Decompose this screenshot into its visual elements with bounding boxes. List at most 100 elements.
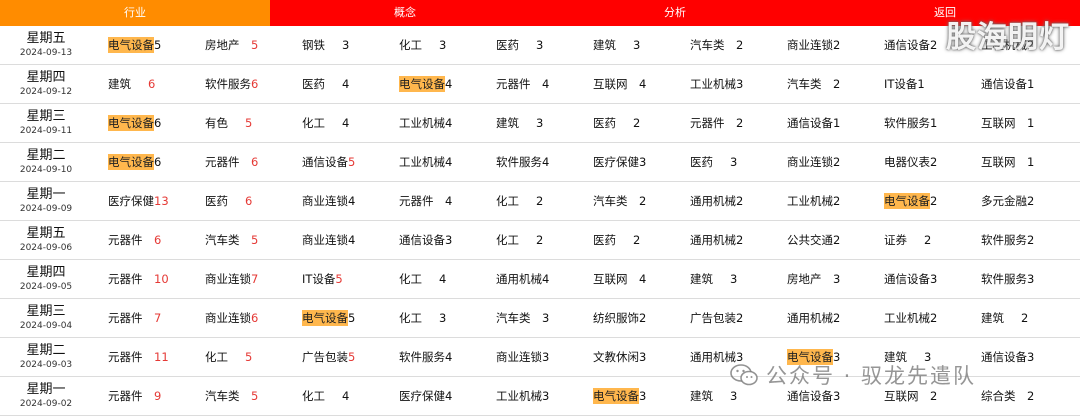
sector-cell[interactable]: 电气设备4 — [399, 76, 496, 92]
tab-analysis[interactable]: 分析 — [540, 0, 810, 26]
sector-cell[interactable]: 建筑 3 — [690, 271, 787, 287]
sector-cell[interactable]: 元器件 6 — [205, 154, 302, 170]
tab-return[interactable]: 返回 — [810, 0, 1080, 26]
sector-cell[interactable]: 电气设备6 — [108, 154, 205, 170]
sector-cell[interactable]: 纺织服饰2 — [593, 310, 690, 326]
sector-cell[interactable]: 文教休闲3 — [593, 349, 690, 365]
sector-cell[interactable]: 互联网 2 — [884, 388, 981, 404]
sector-cell[interactable]: 工业机械4 — [399, 154, 496, 170]
sector-cell[interactable]: 医疗保健13 — [108, 193, 205, 209]
sector-cell[interactable]: 商业连锁7 — [205, 271, 302, 287]
sector-cell[interactable]: 医药 3 — [496, 37, 593, 53]
sector-cell[interactable]: 化工 2 — [496, 193, 593, 209]
sector-cell[interactable]: 医药 6 — [205, 193, 302, 209]
sector-cell[interactable]: 商业连锁3 — [496, 349, 593, 365]
sector-cell[interactable]: 通信设备3 — [399, 232, 496, 248]
sector-cell[interactable]: 广告包装5 — [302, 349, 399, 365]
sector-cell[interactable]: 电器仪表2 — [884, 154, 981, 170]
sector-cell[interactable]: 通用机械2 — [690, 232, 787, 248]
sector-cell[interactable]: 通信设备5 — [302, 154, 399, 170]
tab-concept[interactable]: 概念 — [270, 0, 540, 26]
sector-cell[interactable]: 工业机械2 — [884, 310, 981, 326]
sector-cell[interactable]: 医药 2 — [593, 115, 690, 131]
sector-cell[interactable]: 多元金融2 — [981, 193, 1078, 209]
sector-cell[interactable]: 互联网 1 — [981, 154, 1078, 170]
sector-cell[interactable]: 通信设备3 — [787, 388, 884, 404]
sector-cell[interactable]: 软件服务6 — [205, 76, 302, 92]
sector-cell[interactable]: IT设备1 — [884, 76, 981, 92]
sector-cell[interactable]: 医疗保健4 — [399, 388, 496, 404]
sector-cell[interactable]: 医药 4 — [302, 76, 399, 92]
sector-cell[interactable]: 工业机械3 — [496, 388, 593, 404]
sector-cell[interactable]: 房地产 5 — [205, 37, 302, 53]
sector-cell[interactable]: 电气设备5 — [108, 37, 205, 53]
sector-cell[interactable]: 医疗保健3 — [593, 154, 690, 170]
sector-cell[interactable]: 房地产 3 — [787, 271, 884, 287]
sector-cell[interactable]: 电气设备6 — [108, 115, 205, 131]
sector-cell[interactable]: 元器件 10 — [108, 271, 205, 287]
sector-cell[interactable]: 元器件 7 — [108, 310, 205, 326]
sector-cell[interactable]: 元器件 9 — [108, 388, 205, 404]
sector-cell[interactable]: 化工 4 — [302, 388, 399, 404]
sector-cell[interactable]: 商业连锁4 — [302, 232, 399, 248]
sector-cell[interactable]: 建筑 3 — [884, 349, 981, 365]
sector-cell[interactable]: 商业连锁2 — [787, 154, 884, 170]
tab-industry[interactable]: 行业 — [0, 0, 270, 26]
sector-cell[interactable]: 工业机械2 — [787, 193, 884, 209]
sector-cell[interactable]: 软件服务4 — [399, 349, 496, 365]
sector-cell[interactable]: 商业连锁6 — [205, 310, 302, 326]
sector-cell[interactable]: 元器件 4 — [496, 76, 593, 92]
sector-cell[interactable]: 商业连锁2 — [787, 37, 884, 53]
sector-cell[interactable]: 汽车类 2 — [593, 193, 690, 209]
sector-cell[interactable]: 电气设备5 — [302, 310, 399, 326]
sector-cell[interactable]: 医药 3 — [690, 154, 787, 170]
sector-cell[interactable]: 电气设备3 — [787, 349, 884, 365]
sector-cell[interactable]: 通用机械4 — [496, 271, 593, 287]
sector-cell[interactable]: 汽车类 3 — [496, 310, 593, 326]
sector-cell[interactable]: 元器件 11 — [108, 349, 205, 365]
sector-cell[interactable]: 元器件 2 — [690, 115, 787, 131]
sector-cell[interactable]: 证券 2 — [884, 232, 981, 248]
sector-cell[interactable]: 互联网 1 — [981, 115, 1078, 131]
sector-cell[interactable]: 建筑 3 — [690, 388, 787, 404]
sector-cell[interactable]: 通用机械2 — [787, 310, 884, 326]
sector-cell[interactable]: 电气设备2 — [884, 193, 981, 209]
sector-cell[interactable]: 建筑 3 — [593, 37, 690, 53]
sector-cell[interactable]: 互联网 4 — [593, 76, 690, 92]
sector-cell[interactable]: 广告包装2 — [690, 310, 787, 326]
sector-cell[interactable]: 化工 3 — [399, 37, 496, 53]
sector-cell[interactable]: 元器件 4 — [399, 193, 496, 209]
sector-cell[interactable]: 通信设备1 — [981, 76, 1078, 92]
sector-cell[interactable]: 软件服务3 — [981, 271, 1078, 287]
sector-cell[interactable]: 建筑 2 — [981, 310, 1078, 326]
sector-cell[interactable]: 化工 3 — [399, 310, 496, 326]
sector-cell[interactable]: 软件服务2 — [981, 232, 1078, 248]
sector-cell[interactable]: 汽车类 2 — [690, 37, 787, 53]
sector-cell[interactable]: 汽车类 5 — [205, 232, 302, 248]
sector-cell[interactable]: 有色 5 — [205, 115, 302, 131]
sector-cell[interactable]: 通信设备3 — [981, 349, 1078, 365]
sector-cell[interactable]: 元器件 6 — [108, 232, 205, 248]
sector-cell[interactable]: 软件服务1 — [884, 115, 981, 131]
sector-cell[interactable]: 化工 5 — [205, 349, 302, 365]
sector-cell[interactable]: 汽车类 5 — [205, 388, 302, 404]
sector-cell[interactable]: 化工 2 — [496, 232, 593, 248]
sector-cell[interactable]: 汽车类 2 — [787, 76, 884, 92]
sector-cell[interactable]: 公共交通2 — [787, 232, 884, 248]
sector-cell[interactable]: 医药 2 — [593, 232, 690, 248]
sector-cell[interactable]: 互联网 4 — [593, 271, 690, 287]
sector-cell[interactable]: 通信设备2 — [884, 37, 981, 53]
sector-cell[interactable]: 化工 4 — [302, 115, 399, 131]
sector-cell[interactable]: 通用机械3 — [690, 349, 787, 365]
sector-cell[interactable]: 工程机械2 — [981, 37, 1078, 53]
sector-cell[interactable]: 工业机械4 — [399, 115, 496, 131]
sector-cell[interactable]: 软件服务4 — [496, 154, 593, 170]
sector-cell[interactable]: 通信设备1 — [787, 115, 884, 131]
sector-cell[interactable]: 钢铁 3 — [302, 37, 399, 53]
sector-cell[interactable]: 电气设备3 — [593, 388, 690, 404]
sector-cell[interactable]: 综合类 2 — [981, 388, 1078, 404]
sector-cell[interactable]: 通用机械2 — [690, 193, 787, 209]
sector-cell[interactable]: 商业连锁4 — [302, 193, 399, 209]
sector-cell[interactable]: IT设备5 — [302, 271, 399, 287]
sector-cell[interactable]: 通信设备3 — [884, 271, 981, 287]
